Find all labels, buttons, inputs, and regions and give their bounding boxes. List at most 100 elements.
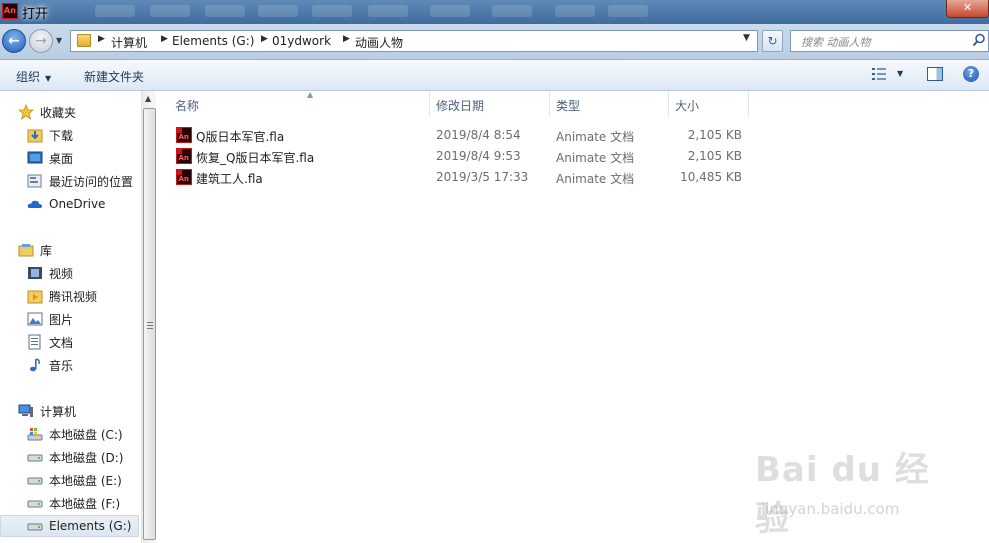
column-header-size[interactable]: 大小 — [669, 91, 749, 117]
file-size: 10,485 KB — [680, 170, 742, 184]
nav-item-label: Elements (G:) — [49, 519, 132, 533]
blurred-tab — [430, 5, 470, 17]
nav-item-label: 本地磁盘 (C:) — [49, 427, 123, 442]
chevron-right-icon[interactable]: ▶ — [161, 34, 168, 44]
animate-fla-icon: An — [176, 127, 192, 143]
watermark-site: jingyan.baidu.com — [761, 500, 900, 518]
nav-item-label: 腾讯视频 — [49, 289, 98, 304]
breadcrumb-computer[interactable]: 计算机 — [111, 34, 147, 51]
new-folder-button[interactable]: 新建文件夹 — [84, 68, 144, 85]
nav-item-downloads[interactable]: 下载 — [27, 124, 73, 146]
blurred-tab — [205, 5, 245, 17]
nav-item-documents[interactable]: 文档 — [27, 331, 73, 353]
chevron-right-icon[interactable]: ▶ — [343, 34, 350, 44]
search-input[interactable]: 搜索 动画人物 — [790, 30, 989, 52]
nav-item-videos[interactable]: 视频 — [27, 262, 73, 284]
film-icon — [28, 267, 42, 279]
file-row[interactable]: An 恢复_Q版日本军官.fla 2019/8/4 9:53 Animate 文… — [173, 146, 773, 167]
svg-text:An: An — [179, 154, 189, 162]
nav-item-tencent-video[interactable]: 腾讯视频 — [27, 285, 97, 307]
system-drive-icon — [27, 428, 43, 441]
chevron-down-icon[interactable]: ▼ — [897, 69, 903, 78]
chevron-down-icon: ▼ — [45, 74, 52, 83]
nav-item-label: 桌面 — [49, 151, 74, 166]
video-folder-icon — [27, 290, 43, 304]
star-icon — [18, 104, 34, 120]
scroll-thumb[interactable] — [143, 108, 156, 540]
nav-item-onedrive[interactable]: OneDrive — [27, 193, 105, 215]
file-type: Animate 文档 — [556, 172, 635, 186]
chevron-down-icon[interactable]: ▼ — [743, 33, 750, 43]
nav-libraries[interactable]: 库 — [18, 239, 52, 261]
file-type: Animate 文档 — [556, 130, 635, 144]
nav-computer[interactable]: 计算机 — [18, 400, 76, 422]
search-icon[interactable] — [972, 33, 986, 47]
blurred-tab — [368, 5, 408, 17]
nav-item-desktop[interactable]: 桌面 — [27, 147, 73, 169]
breadcrumb-folder[interactable]: 01ydwork — [272, 34, 331, 48]
search-placeholder: 搜索 动画人物 — [801, 36, 871, 49]
nav-item-drive-c[interactable]: 本地磁盘 (C:) — [27, 423, 123, 445]
hard-drive-icon — [27, 500, 43, 508]
preview-pane-icon[interactable] — [927, 67, 943, 81]
nav-scrollbar[interactable]: ▲ — [141, 91, 156, 543]
nav-item-drive-e[interactable]: 本地磁盘 (E:) — [27, 469, 122, 491]
blurred-tab — [312, 5, 352, 17]
help-icon[interactable]: ? — [963, 66, 979, 82]
svg-text:An: An — [179, 175, 189, 183]
nav-item-music[interactable]: 音乐 — [27, 354, 73, 376]
file-size: 2,105 KB — [687, 128, 742, 142]
sort-ascending-icon: ▲ — [307, 90, 314, 99]
music-note-icon — [30, 358, 40, 372]
scroll-up-icon[interactable]: ▲ — [145, 94, 151, 103]
column-header-name[interactable]: ▲ 名称 — [169, 90, 430, 117]
nav-item-label: 下载 — [49, 128, 74, 143]
blurred-tab — [492, 5, 532, 17]
column-header-type[interactable]: 类型 — [550, 91, 669, 117]
address-bar[interactable]: ▶ 计算机 ▶ Elements (G:) ▶ 01ydwork ▶ 动画人物 … — [70, 30, 758, 52]
desktop-icon — [27, 151, 43, 164]
close-button[interactable]: ✕ — [946, 0, 989, 18]
refresh-button[interactable]: ↻ — [762, 30, 783, 52]
refresh-icon: ↻ — [767, 34, 778, 48]
organize-label: 组织 — [16, 70, 41, 84]
organize-button[interactable]: 组织 ▼ — [16, 68, 51, 85]
nav-favorites[interactable]: 收藏夹 — [18, 101, 76, 123]
view-options-icon[interactable] — [872, 68, 886, 80]
file-row[interactable]: An Q版日本军官.fla 2019/8/4 8:54 Animate 文档 2… — [173, 125, 773, 146]
nav-item-label: 本地磁盘 (F:) — [49, 496, 121, 511]
nav-item-recent[interactable]: 最近访问的位置 — [27, 170, 133, 192]
file-name[interactable]: Q版日本军官.fla — [196, 128, 284, 145]
baidu-watermark: Bai du 经验 jingyan.baidu.com — [755, 430, 955, 539]
file-name[interactable]: 建筑工人.fla — [196, 170, 263, 187]
breadcrumb-current[interactable]: 动画人物 — [355, 34, 403, 51]
nav-computer-label: 计算机 — [40, 404, 77, 419]
breadcrumb-drive[interactable]: Elements (G:) — [172, 34, 254, 48]
forward-button[interactable]: → — [29, 29, 53, 53]
blurred-tab — [95, 5, 135, 17]
nav-item-drive-g[interactable]: Elements (G:) — [0, 515, 139, 537]
blurred-tab — [608, 5, 648, 17]
blurred-tab — [555, 5, 595, 17]
blurred-tab — [258, 5, 298, 17]
nav-item-drive-d[interactable]: 本地磁盘 (D:) — [27, 446, 123, 468]
recent-locations-dropdown[interactable]: ▼ — [56, 36, 62, 45]
file-name[interactable]: 恢复_Q版日本军官.fla — [196, 149, 314, 166]
nav-item-label: 最近访问的位置 — [49, 174, 134, 189]
column-header-label: 名称 — [175, 99, 200, 113]
chevron-right-icon[interactable]: ▶ — [98, 34, 105, 44]
nav-favorites-label: 收藏夹 — [40, 105, 77, 120]
chevron-right-icon[interactable]: ▶ — [261, 34, 268, 44]
file-row[interactable]: An 建筑工人.fla 2019/3/5 17:33 Animate 文档 10… — [173, 167, 773, 188]
blurred-tab — [150, 5, 190, 17]
recent-places-icon — [27, 174, 42, 188]
nav-item-pictures[interactable]: 图片 — [27, 308, 73, 330]
column-header-modified[interactable]: 修改日期 — [430, 91, 550, 117]
library-icon — [18, 244, 34, 257]
hard-drive-icon — [27, 454, 43, 462]
back-button[interactable]: ← — [2, 29, 26, 53]
title-bar: An 打开 ✕ — [0, 0, 989, 24]
nav-item-drive-f[interactable]: 本地磁盘 (F:) — [27, 492, 120, 514]
nav-item-label: OneDrive — [49, 197, 106, 211]
download-folder-icon — [27, 129, 43, 143]
